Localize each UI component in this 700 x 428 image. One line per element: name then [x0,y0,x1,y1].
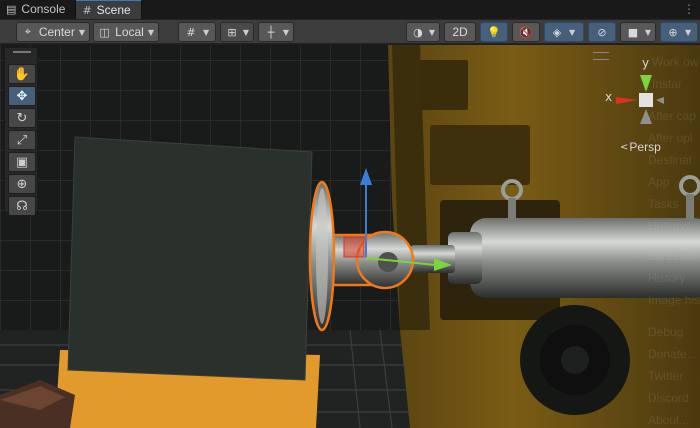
ghost-item: About... [648,413,690,427]
hand-icon: ✋ [13,66,31,82]
grid-snap-dropdown[interactable]: # ▼ [178,22,216,42]
gizmo-x-label: x [605,90,613,104]
custom-tool-button[interactable]: ☊ [8,196,36,216]
chevron-down-icon: ▼ [78,27,85,37]
scale-tool-button[interactable]: ⤢ [8,130,36,150]
effects-layers-icon: ◈ [552,25,562,39]
ghost-item: Debug [648,325,684,339]
visibility-toggle-button[interactable]: ⊘ [588,22,616,42]
audio-toggle-button[interactable]: 🔇 [512,22,540,42]
tab-scene-label: Scene [96,3,131,17]
draw-mode-dropdown[interactable]: ◑ ▼ [406,22,440,42]
ghost-item: Discord [648,391,689,405]
palette-grip-icon[interactable] [13,51,31,53]
ruler-icon: ┼ [267,25,275,39]
increment-snap-icon: ⊞ [227,25,237,39]
pivot-mode-dropdown[interactable]: ⌖ Center ▼ [16,22,90,42]
transform-tool-button[interactable]: ⊕ [8,174,36,194]
ghost-item: Twitter [648,369,684,383]
2d-toggle-button[interactable]: 2D [444,22,476,42]
tab-console[interactable]: ▤ Console [0,0,77,19]
dark-cube [68,137,312,380]
gizmos-dropdown[interactable]: ⊕ ▼ [660,22,698,42]
transform-icon: ⊕ [16,176,28,192]
chevron-down-icon: ▼ [569,27,576,37]
camera-icon: ■ [627,25,639,39]
ghost-item: Donate... [648,347,697,361]
camera-settings-dropdown[interactable]: ■ ▼ [620,22,656,42]
rect-transform-icon: ▣ [15,154,29,170]
ruler-snap-dropdown[interactable]: ┼ ▼ [258,22,294,42]
move-arrows-icon: ✥ [16,88,28,104]
grid-snap-icon: # [186,25,196,39]
increment-snap-dropdown[interactable]: ⊞ ▼ [220,22,254,42]
scene-toolbar: ⌖ Center ▼ ◫ Local ▼ # ▼ ⊞ ▼ ┼ ▼ ◑ ▼ 2D … [0,20,700,44]
effects-dropdown[interactable]: ◈ ▼ [544,22,584,42]
tool-palette: ✋ ✥ ↻ ⤢ ▣ ⊕ ☊ [4,47,38,216]
chevron-down-icon: ▼ [428,27,435,37]
ghost-item: Tasks [648,197,679,211]
rotate-icon: ↻ [16,110,28,126]
audio-muted-icon: 🔇 [519,25,533,39]
ghost-item: Instar [652,77,683,91]
ghost-item: Hotkeys [648,219,692,233]
ghost-item: After cap [648,109,697,123]
tab-bar: ▤ Console # Scene ⋮ [0,0,700,20]
chevron-down-icon: ▼ [644,27,651,37]
ghost-item: History [648,271,686,285]
scene-render [0,45,700,428]
ghost-item: Destinat [648,153,693,167]
custom-tool-icon: ☊ [16,198,28,214]
chevron-down-icon: ▼ [203,27,210,37]
local-cube-icon: ◫ [99,25,110,39]
gizmo-globe-icon: ⊕ [668,25,678,39]
lighting-toggle-button[interactable]: 💡 [480,22,508,42]
light-bulb-icon: 💡 [487,25,501,39]
pivot-rotation-dropdown[interactable]: ◫ Local ▼ [93,22,159,42]
hand-tool-button[interactable]: ✋ [8,64,36,84]
ghost-item: Screensh [648,249,699,263]
shaded-sphere-icon: ◑ [413,25,423,39]
scene-view-menu-icon[interactable] [593,52,609,60]
move-tool-button[interactable]: ✥ [8,86,36,106]
scene-grid-icon: # [82,3,92,17]
2d-label: 2D [452,25,468,39]
pivot-center-icon: ⌖ [24,25,31,38]
eye-hidden-icon: ⊘ [597,25,607,39]
console-icon: ▤ [6,2,17,16]
tab-scene[interactable]: # Scene [76,0,142,19]
rect-tool-button[interactable]: ▣ [8,152,36,172]
scene-viewport[interactable]: Work ow Instar After cap After upl Desti… [0,45,700,428]
rotate-tool-button[interactable]: ↻ [8,108,36,128]
gizmo-y-label: y [642,56,650,70]
scale-icon: ⤢ [16,132,28,148]
chevron-down-icon: ▼ [282,27,289,37]
pivot-mode-label: Center [38,25,75,39]
ghost-item: Image his [648,293,700,307]
ghost-item: App [648,175,670,189]
panel-menu-icon[interactable]: ⋮ [678,0,700,19]
projection-toggle[interactable]: < Persp [620,140,661,154]
chevron-left-icon: < [620,141,629,153]
ghost-item: Work ow [652,55,699,69]
projection-label: Persp [629,140,661,154]
piston-rod [410,245,455,273]
pivot-rotation-label: Local [115,25,144,39]
tab-console-label: Console [21,2,66,16]
chevron-down-icon: ▼ [685,27,692,37]
chevron-down-icon: ▼ [147,27,154,37]
chevron-down-icon: ▼ [242,27,249,37]
